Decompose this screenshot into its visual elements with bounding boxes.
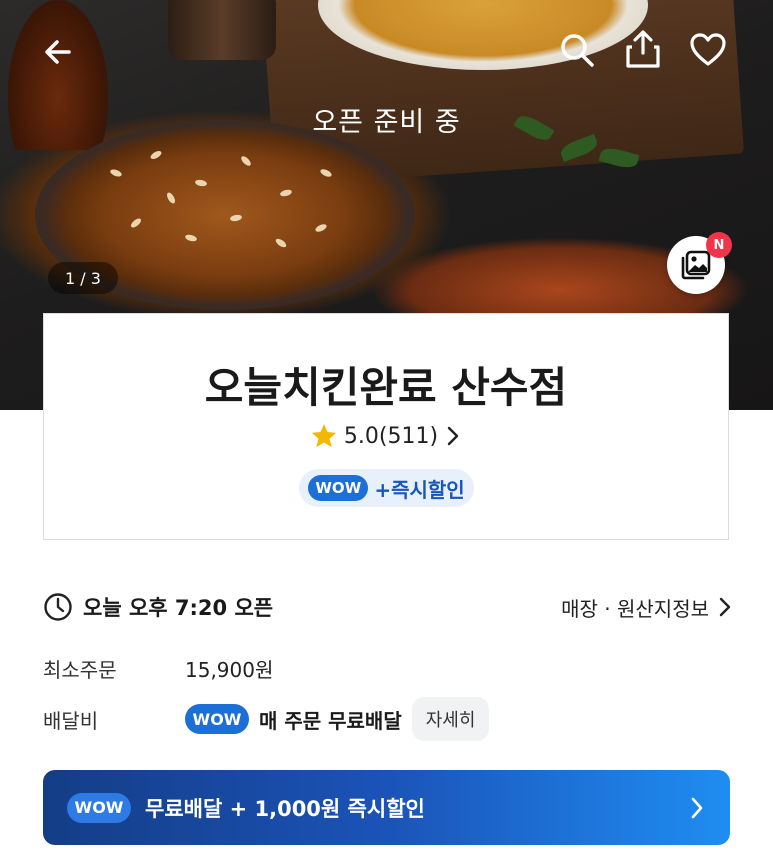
chevron-right-icon bbox=[691, 797, 703, 818]
wow-promo-text: +즉시할인 bbox=[374, 477, 465, 502]
min-order-label: 최소주문 bbox=[43, 657, 117, 682]
wow-promo-banner[interactable]: WOW 무료배달 + 1,000원 즉시할인 bbox=[43, 770, 730, 845]
arrow-left-icon bbox=[45, 40, 71, 64]
rating-value: 5.0 bbox=[343, 423, 379, 449]
search-icon bbox=[561, 34, 594, 67]
image-counter: 1 / 3 bbox=[48, 262, 118, 294]
heart-icon bbox=[690, 33, 726, 66]
search-button[interactable] bbox=[555, 28, 599, 72]
share-icon bbox=[626, 30, 660, 68]
chevron-right-icon bbox=[719, 597, 731, 617]
rating-link[interactable]: 5.0 (511) bbox=[44, 422, 728, 450]
delivery-fee-value: 매 주문 무료배달 bbox=[259, 708, 402, 733]
delivery-fee-label: 배달비 bbox=[43, 708, 99, 733]
open-time-row: 오늘 오후 7:20 오픈 매장 · 원산지정보 bbox=[43, 588, 733, 626]
share-button[interactable] bbox=[621, 27, 665, 71]
open-time-text: 오늘 오후 7:20 오픈 bbox=[83, 596, 274, 620]
store-origin-info-link[interactable]: 매장 · 원산지정보 bbox=[561, 593, 733, 622]
min-order-row: 최소주문 15,900원 bbox=[43, 650, 273, 686]
store-header-card: 오늘치킨완료 산수점 5.0 (511) WOW +즉시할인 bbox=[43, 313, 729, 540]
delivery-detail-button[interactable]: 자세히 bbox=[411, 697, 490, 741]
banner-promo-text: 무료배달 + 1,000원 즉시할인 bbox=[145, 796, 425, 821]
store-name: 오늘치킨완료 산수점 bbox=[204, 363, 568, 412]
chevron-right-icon bbox=[447, 426, 459, 446]
wow-discount-pill: WOW +즉시할인 bbox=[299, 469, 474, 507]
min-order-value: 15,900원 bbox=[185, 657, 274, 682]
store-status-text: 오픈 준비 중 bbox=[312, 107, 461, 138]
back-button[interactable] bbox=[36, 30, 80, 74]
wow-badge: WOW bbox=[308, 475, 369, 501]
star-icon bbox=[311, 424, 337, 448]
new-badge: N bbox=[706, 232, 732, 258]
wow-badge: WOW bbox=[67, 792, 131, 823]
wow-badge: WOW bbox=[185, 704, 249, 734]
store-info-label: 매장 · 원산지정보 bbox=[561, 596, 709, 621]
review-count: (511) bbox=[378, 423, 439, 449]
image-gallery-icon bbox=[681, 250, 711, 280]
clock-icon bbox=[44, 593, 72, 621]
pepper-grinder-image bbox=[168, 0, 276, 60]
delivery-fee-row: 배달비 WOW 매 주문 무료배달 자세히 bbox=[43, 696, 490, 742]
favorite-button[interactable] bbox=[686, 28, 730, 72]
almond-topping-decor bbox=[90, 140, 370, 280]
